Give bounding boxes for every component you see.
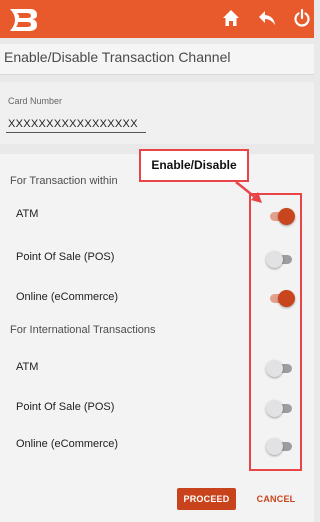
power-icon[interactable] <box>291 8 313 30</box>
proceed-button[interactable]: PROCEED <box>177 488 236 510</box>
card-number-underline <box>6 132 146 133</box>
card-number-label: Card Number <box>8 96 63 106</box>
app-header <box>0 0 314 38</box>
toggle-highlight-box <box>249 193 302 471</box>
card-number-value: XXXXXXXXXXXXXXXXX <box>8 118 138 130</box>
intl-pos-label: Point Of Sale (POS) <box>16 401 115 413</box>
page-title: Enable/Disable Transaction Channel <box>4 49 231 65</box>
domestic-pos-label: Point Of Sale (POS) <box>16 251 115 263</box>
back-icon[interactable] <box>256 8 278 30</box>
domestic-section-title: For Transaction within <box>10 175 118 187</box>
domestic-online-label: Online (eCommerce) <box>16 291 119 303</box>
cancel-button[interactable]: CANCEL <box>249 488 303 510</box>
domestic-atm-label: ATM <box>16 208 39 220</box>
intl-online-label: Online (eCommerce) <box>16 438 119 450</box>
page-title-bar: Enable/Disable Transaction Channel <box>0 44 314 75</box>
international-section-title: For International Transactions <box>10 324 156 336</box>
bank-logo-icon <box>10 9 37 31</box>
card-number-section: Card Number XXXXXXXXXXXXXXXXX <box>0 82 314 144</box>
home-icon[interactable] <box>220 8 242 30</box>
enable-disable-callout: Enable/Disable <box>139 149 249 182</box>
intl-atm-label: ATM <box>16 361 39 373</box>
